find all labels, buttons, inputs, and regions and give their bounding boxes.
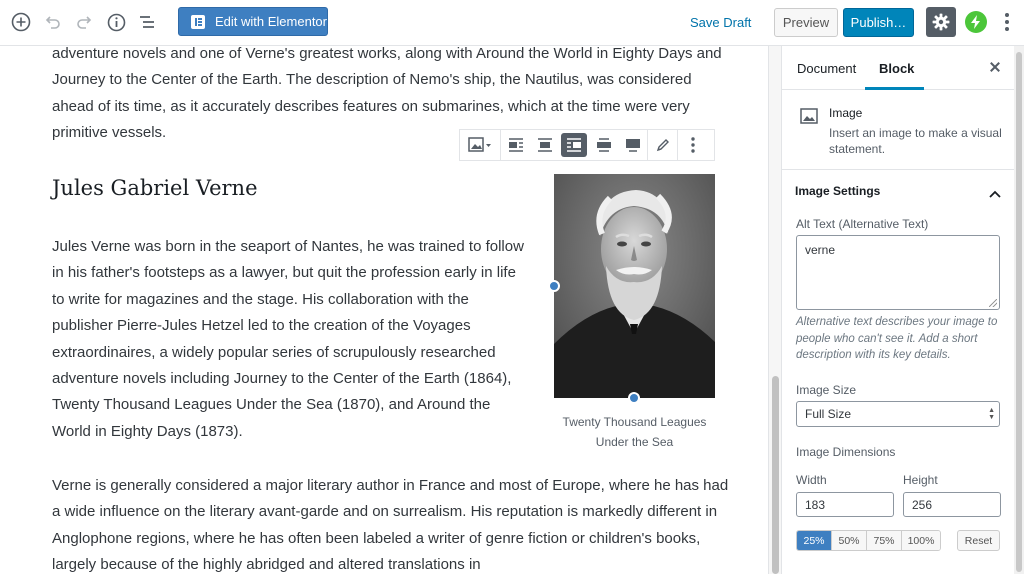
full-width-icon — [625, 139, 640, 152]
image-caption[interactable]: Twenty Thousand Leagues Under the Sea — [554, 412, 715, 452]
height-input[interactable]: 256 — [903, 492, 1001, 517]
outline-icon[interactable] — [136, 11, 158, 33]
close-icon[interactable] — [987, 59, 1003, 75]
image-type-icon — [468, 137, 491, 152]
percent-75-button[interactable]: 75% — [867, 531, 902, 550]
add-block-icon[interactable] — [10, 11, 32, 33]
publish-button[interactable]: Publish… — [843, 8, 914, 37]
resize-handle-left[interactable] — [548, 280, 560, 292]
redo-icon[interactable] — [73, 11, 95, 33]
wide-width-button[interactable] — [589, 130, 618, 160]
chevron-up-icon[interactable] — [989, 185, 1001, 203]
percent-25-button[interactable]: 25% — [797, 531, 832, 550]
align-center-icon — [537, 138, 552, 152]
info-icon[interactable] — [105, 11, 127, 33]
reputation-paragraph[interactable]: Verne is generally considered a major li… — [52, 473, 732, 574]
wide-width-icon — [596, 138, 611, 152]
more-options-button[interactable] — [678, 130, 707, 160]
alt-text-value: verne — [805, 243, 836, 257]
align-right-icon — [567, 138, 581, 152]
gear-icon — [932, 13, 950, 31]
alt-text-help: Alternative text describes your image to… — [796, 316, 998, 361]
percent-button-group: 25% 50% 75% 100% — [796, 530, 941, 551]
edit-with-elementor-button[interactable]: Edit with Elementor — [178, 7, 328, 36]
image-size-select[interactable]: Full Size ▲ ▼ — [796, 401, 1000, 427]
preview-button[interactable]: Preview — [774, 8, 838, 37]
elementor-button-label: Edit with Elementor — [215, 14, 327, 29]
image-block-icon — [800, 107, 818, 130]
block-name: Image — [829, 106, 863, 120]
biography-paragraph[interactable]: Jules Verne was born in the seaport of N… — [52, 234, 532, 445]
image-dimensions-label: Image Dimensions — [796, 445, 896, 459]
align-center-button[interactable] — [530, 130, 559, 160]
settings-sidebar: Document Block Image Insert an image to … — [781, 46, 1024, 574]
image-type-button[interactable] — [460, 130, 500, 160]
percent-50-button[interactable]: 50% — [832, 531, 867, 550]
sidebar-scrollbar[interactable] — [1014, 46, 1024, 574]
resize-handle-bottom[interactable] — [628, 392, 640, 404]
tab-block[interactable]: Block — [879, 61, 914, 76]
editor-scrollbar-thumb[interactable] — [772, 376, 779, 574]
editor-canvas: adventure novels and one of Verne's grea… — [0, 46, 780, 574]
editor-header: Edit with Elementor Save Draft Preview P… — [0, 0, 1024, 46]
more-menu-button[interactable] — [998, 11, 1016, 33]
align-right-button[interactable] — [561, 133, 587, 157]
block-description: Insert an image to make a visual stateme… — [829, 126, 1002, 156]
undo-icon[interactable] — [42, 11, 64, 33]
edit-pencil-icon — [656, 139, 669, 152]
image-block-toolbar — [459, 129, 715, 161]
jetpack-bolt-button[interactable] — [965, 11, 987, 33]
tab-document[interactable]: Document — [797, 61, 856, 76]
sidebar-tabs: Document Block — [782, 46, 1024, 90]
image-size-label: Image Size — [796, 383, 857, 397]
image-size-value: Full Size — [805, 407, 852, 421]
block-card: Image Insert an image to make a visual s… — [782, 90, 1024, 170]
reset-button[interactable]: Reset — [957, 530, 1000, 551]
bolt-icon — [971, 15, 980, 29]
edit-image-button[interactable] — [648, 130, 677, 160]
full-width-button[interactable] — [618, 130, 647, 160]
more-options-icon — [690, 137, 695, 153]
settings-gear-button[interactable] — [926, 7, 956, 37]
alt-text-label: Alt Text (Alternative Text) — [796, 217, 929, 231]
align-left-button[interactable] — [501, 130, 530, 160]
elementor-logo-icon — [191, 14, 205, 29]
width-input[interactable]: 183 — [796, 492, 894, 517]
width-label: Width — [796, 473, 827, 487]
percent-100-button[interactable]: 100% — [902, 531, 940, 550]
select-arrows-icon: ▲ ▼ — [988, 407, 995, 421]
alt-text-field[interactable]: verne — [796, 235, 1000, 310]
resize-grip-icon[interactable] — [989, 299, 997, 307]
align-left-icon — [508, 138, 523, 152]
editor-scrollbar[interactable] — [768, 46, 781, 574]
save-draft-button[interactable]: Save Draft — [690, 15, 751, 30]
height-label: Height — [903, 473, 938, 487]
verne-portrait-image[interactable] — [554, 174, 715, 398]
section-heading[interactable]: Jules Gabriel Verne — [52, 176, 258, 200]
image-settings-title[interactable]: Image Settings — [795, 184, 880, 198]
sidebar-scrollbar-thumb[interactable] — [1016, 52, 1022, 572]
